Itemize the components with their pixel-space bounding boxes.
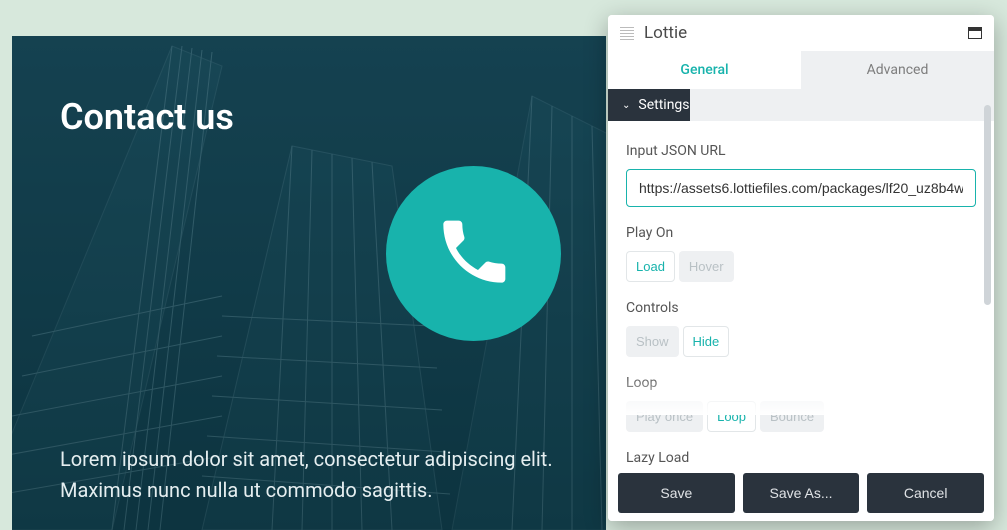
tab-advanced[interactable]: Advanced [801, 51, 994, 89]
panel-scroll-area[interactable]: Input JSON URL Play On Load Hover Contro… [608, 121, 994, 465]
scrollbar-thumb[interactable] [984, 105, 991, 305]
save-as-button[interactable]: Save As... [743, 473, 860, 513]
play-on-hover[interactable]: Hover [679, 251, 734, 282]
panel-header[interactable]: Lottie [608, 15, 994, 51]
tab-bar: General Advanced [608, 51, 994, 89]
controls-segment: Show Hide [626, 326, 729, 357]
phone-icon [434, 212, 514, 296]
phone-badge [386, 166, 561, 341]
page-title: Contact us [60, 96, 558, 138]
controls-hide[interactable]: Hide [683, 326, 730, 357]
tab-general[interactable]: General [608, 51, 801, 89]
section-settings-header[interactable]: ⌄ Settings [608, 89, 690, 121]
play-on-label: Play On [626, 225, 976, 241]
play-on-segment: Load Hover [626, 251, 734, 282]
section-label: Settings [638, 97, 689, 113]
loop-loop[interactable]: Loop [707, 401, 756, 432]
scrollbar[interactable] [984, 105, 991, 465]
settings-panel: Lottie General Advanced ⌄ Settings Input… [608, 15, 994, 521]
panel-title: Lottie [644, 23, 968, 43]
maximize-icon[interactable] [968, 27, 982, 39]
chevron-down-icon: ⌄ [622, 100, 630, 111]
accordion-bar: ⌄ Settings [608, 89, 994, 121]
content-card: Contact us Lorem ipsum dolor sit amet, c… [12, 36, 606, 530]
controls-label: Controls [626, 300, 976, 316]
save-button[interactable]: Save [618, 473, 735, 513]
play-on-load[interactable]: Load [626, 251, 675, 282]
panel-footer: Save Save As... Cancel [608, 465, 994, 521]
loop-bounce[interactable]: Bounce [760, 401, 824, 432]
loop-segment: Play once Loop Bounce [626, 401, 824, 432]
loop-playonce[interactable]: Play once [626, 401, 703, 432]
cancel-button[interactable]: Cancel [867, 473, 984, 513]
json-url-label: Input JSON URL [626, 143, 976, 159]
body-paragraph: Lorem ipsum dolor sit amet, consectetur … [60, 444, 558, 506]
loop-label: Loop [626, 375, 976, 391]
drag-handle-icon[interactable] [620, 24, 634, 42]
controls-show[interactable]: Show [626, 326, 679, 357]
card-content: Contact us Lorem ipsum dolor sit amet, c… [12, 36, 606, 530]
lazy-label: Lazy Load [626, 450, 976, 465]
json-url-input[interactable] [626, 169, 976, 207]
